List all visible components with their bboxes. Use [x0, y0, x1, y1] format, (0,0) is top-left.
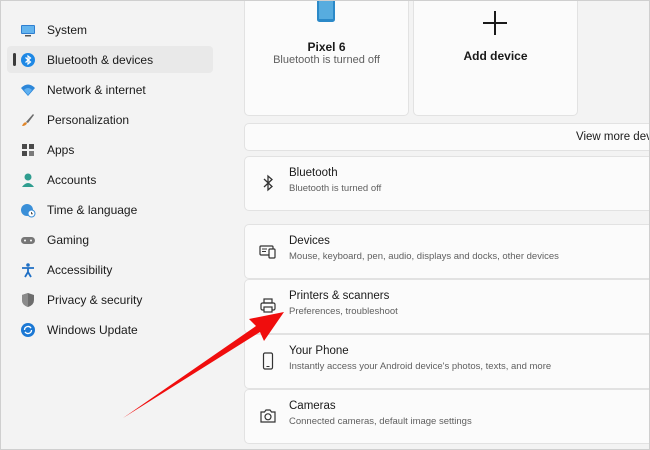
row-title: Devices — [289, 235, 330, 247]
monitor-icon — [21, 25, 35, 37]
sidebar-item-label: Accessibility — [47, 263, 113, 277]
view-more-devices-button[interactable]: View more devic — [244, 123, 649, 151]
sidebar-item-time-language[interactable]: Time & language — [7, 196, 213, 223]
sidebar-item-label: Apps — [47, 143, 75, 157]
settings-window: System Bluetooth & devices Network & int… — [0, 0, 650, 450]
apps-icon — [22, 144, 34, 156]
add-device-label: Add device — [463, 49, 528, 63]
row-title: Your Phone — [289, 345, 349, 357]
row-devices[interactable]: Devices Mouse, keyboard, pen, audio, dis… — [244, 224, 649, 279]
device-status: Bluetooth is turned off — [273, 54, 380, 66]
add-device-button[interactable]: Add device — [413, 1, 578, 116]
plus-icon — [483, 11, 507, 35]
globe-clock-icon — [21, 204, 36, 218]
device-name: Pixel 6 — [307, 40, 346, 54]
sidebar-item-bluetooth[interactable]: Bluetooth & devices — [7, 46, 213, 73]
sidebar: System Bluetooth & devices Network & int… — [1, 1, 226, 449]
row-title: Printers & scanners — [289, 290, 390, 302]
phone-icon — [317, 1, 335, 22]
gamepad-icon — [21, 237, 35, 244]
row-subtitle: Mouse, keyboard, pen, audio, displays an… — [289, 251, 559, 262]
sidebar-item-apps[interactable]: Apps — [7, 136, 213, 163]
phone-icon — [262, 352, 274, 370]
devices-icon — [259, 245, 276, 259]
wifi-icon — [21, 84, 35, 96]
person-icon — [22, 173, 34, 187]
shield-icon — [22, 293, 34, 307]
row-printers-scanners[interactable]: Printers & scanners Preferences, trouble… — [244, 279, 649, 334]
row-cameras[interactable]: Cameras Connected cameras, default image… — [244, 389, 649, 444]
row-bluetooth[interactable]: Bluetooth Bluetooth is turned off — [244, 156, 649, 211]
row-title: Cameras — [289, 400, 336, 412]
sidebar-item-gaming[interactable]: Gaming — [7, 226, 213, 253]
row-subtitle: Instantly access your Android device's p… — [289, 361, 552, 372]
bluetooth-icon — [263, 174, 273, 192]
sidebar-item-label: Bluetooth & devices — [47, 53, 154, 67]
row-your-phone[interactable]: Your Phone Instantly access your Android… — [244, 334, 649, 389]
sidebar-item-label: Network & internet — [47, 83, 146, 97]
row-subtitle: Preferences, troubleshoot — [289, 306, 398, 317]
selection-indicator — [13, 53, 16, 66]
sidebar-item-label: Privacy & security — [47, 293, 143, 307]
sidebar-item-label: Gaming — [47, 233, 90, 247]
sidebar-item-accessibility[interactable]: Accessibility — [7, 256, 213, 283]
sidebar-item-privacy-security[interactable]: Privacy & security — [7, 286, 213, 313]
device-tile-pixel[interactable]: Pixel 6 Bluetooth is turned off — [244, 1, 409, 116]
bluetooth-icon — [21, 53, 35, 67]
sidebar-item-system[interactable]: System — [7, 16, 213, 43]
sidebar-item-windows-update[interactable]: Windows Update — [7, 316, 213, 343]
sidebar-item-personalization[interactable]: Personalization — [7, 106, 213, 133]
sidebar-item-label: System — [47, 23, 88, 37]
row-subtitle: Bluetooth is turned off — [289, 183, 382, 194]
sidebar-item-accounts[interactable]: Accounts — [7, 166, 213, 193]
row-subtitle: Connected cameras, default image setting… — [289, 416, 472, 427]
printer-icon — [260, 298, 276, 313]
update-icon — [21, 323, 35, 337]
accessibility-icon — [22, 263, 34, 278]
row-title: Bluetooth — [289, 167, 338, 179]
brush-icon — [22, 114, 34, 126]
view-more-label: View more devic — [576, 131, 649, 143]
sidebar-item-label: Time & language — [47, 203, 138, 217]
sidebar-item-network[interactable]: Network & internet — [7, 76, 213, 103]
camera-icon — [260, 409, 276, 423]
sidebar-item-label: Personalization — [47, 113, 130, 127]
sidebar-item-label: Accounts — [47, 173, 97, 187]
sidebar-item-label: Windows Update — [47, 323, 138, 337]
